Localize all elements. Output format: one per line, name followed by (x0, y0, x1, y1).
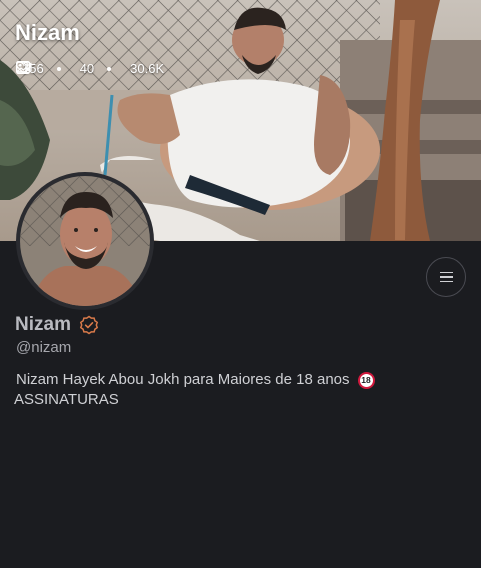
username-handle: @nizam (16, 339, 72, 356)
separator-dot (56, 66, 61, 71)
bio-line-2: ASSINATURAS (14, 391, 119, 408)
cover-title: Nizam (15, 20, 80, 45)
profile-name-row: Nizam (15, 314, 99, 336)
videos-stat: 40 (16, 61, 95, 76)
avatar[interactable] (16, 172, 154, 310)
verified-icon (79, 315, 99, 335)
menu-icon (439, 269, 453, 285)
bio-text: Nizam Hayek Abou Jokh para Maiores de 18… (16, 371, 350, 388)
display-name: Nizam (15, 314, 71, 335)
menu-button[interactable] (426, 257, 466, 297)
profile-bio: Nizam Hayek Abou Jokh para Maiores de 18… (14, 370, 456, 410)
separator-dot (107, 66, 112, 71)
videos-count: 40 (79, 61, 95, 76)
likes-stat: 30.6K (16, 61, 165, 76)
likes-count: 30.6K (130, 61, 165, 76)
cover-stats: 156 40 30.6K (16, 61, 164, 76)
adult-18-icon: 18 (357, 371, 375, 389)
avatar-photo (20, 176, 150, 306)
bio-line-1: Nizam Hayek Abou Jokh para Maiores de 18… (16, 370, 456, 390)
